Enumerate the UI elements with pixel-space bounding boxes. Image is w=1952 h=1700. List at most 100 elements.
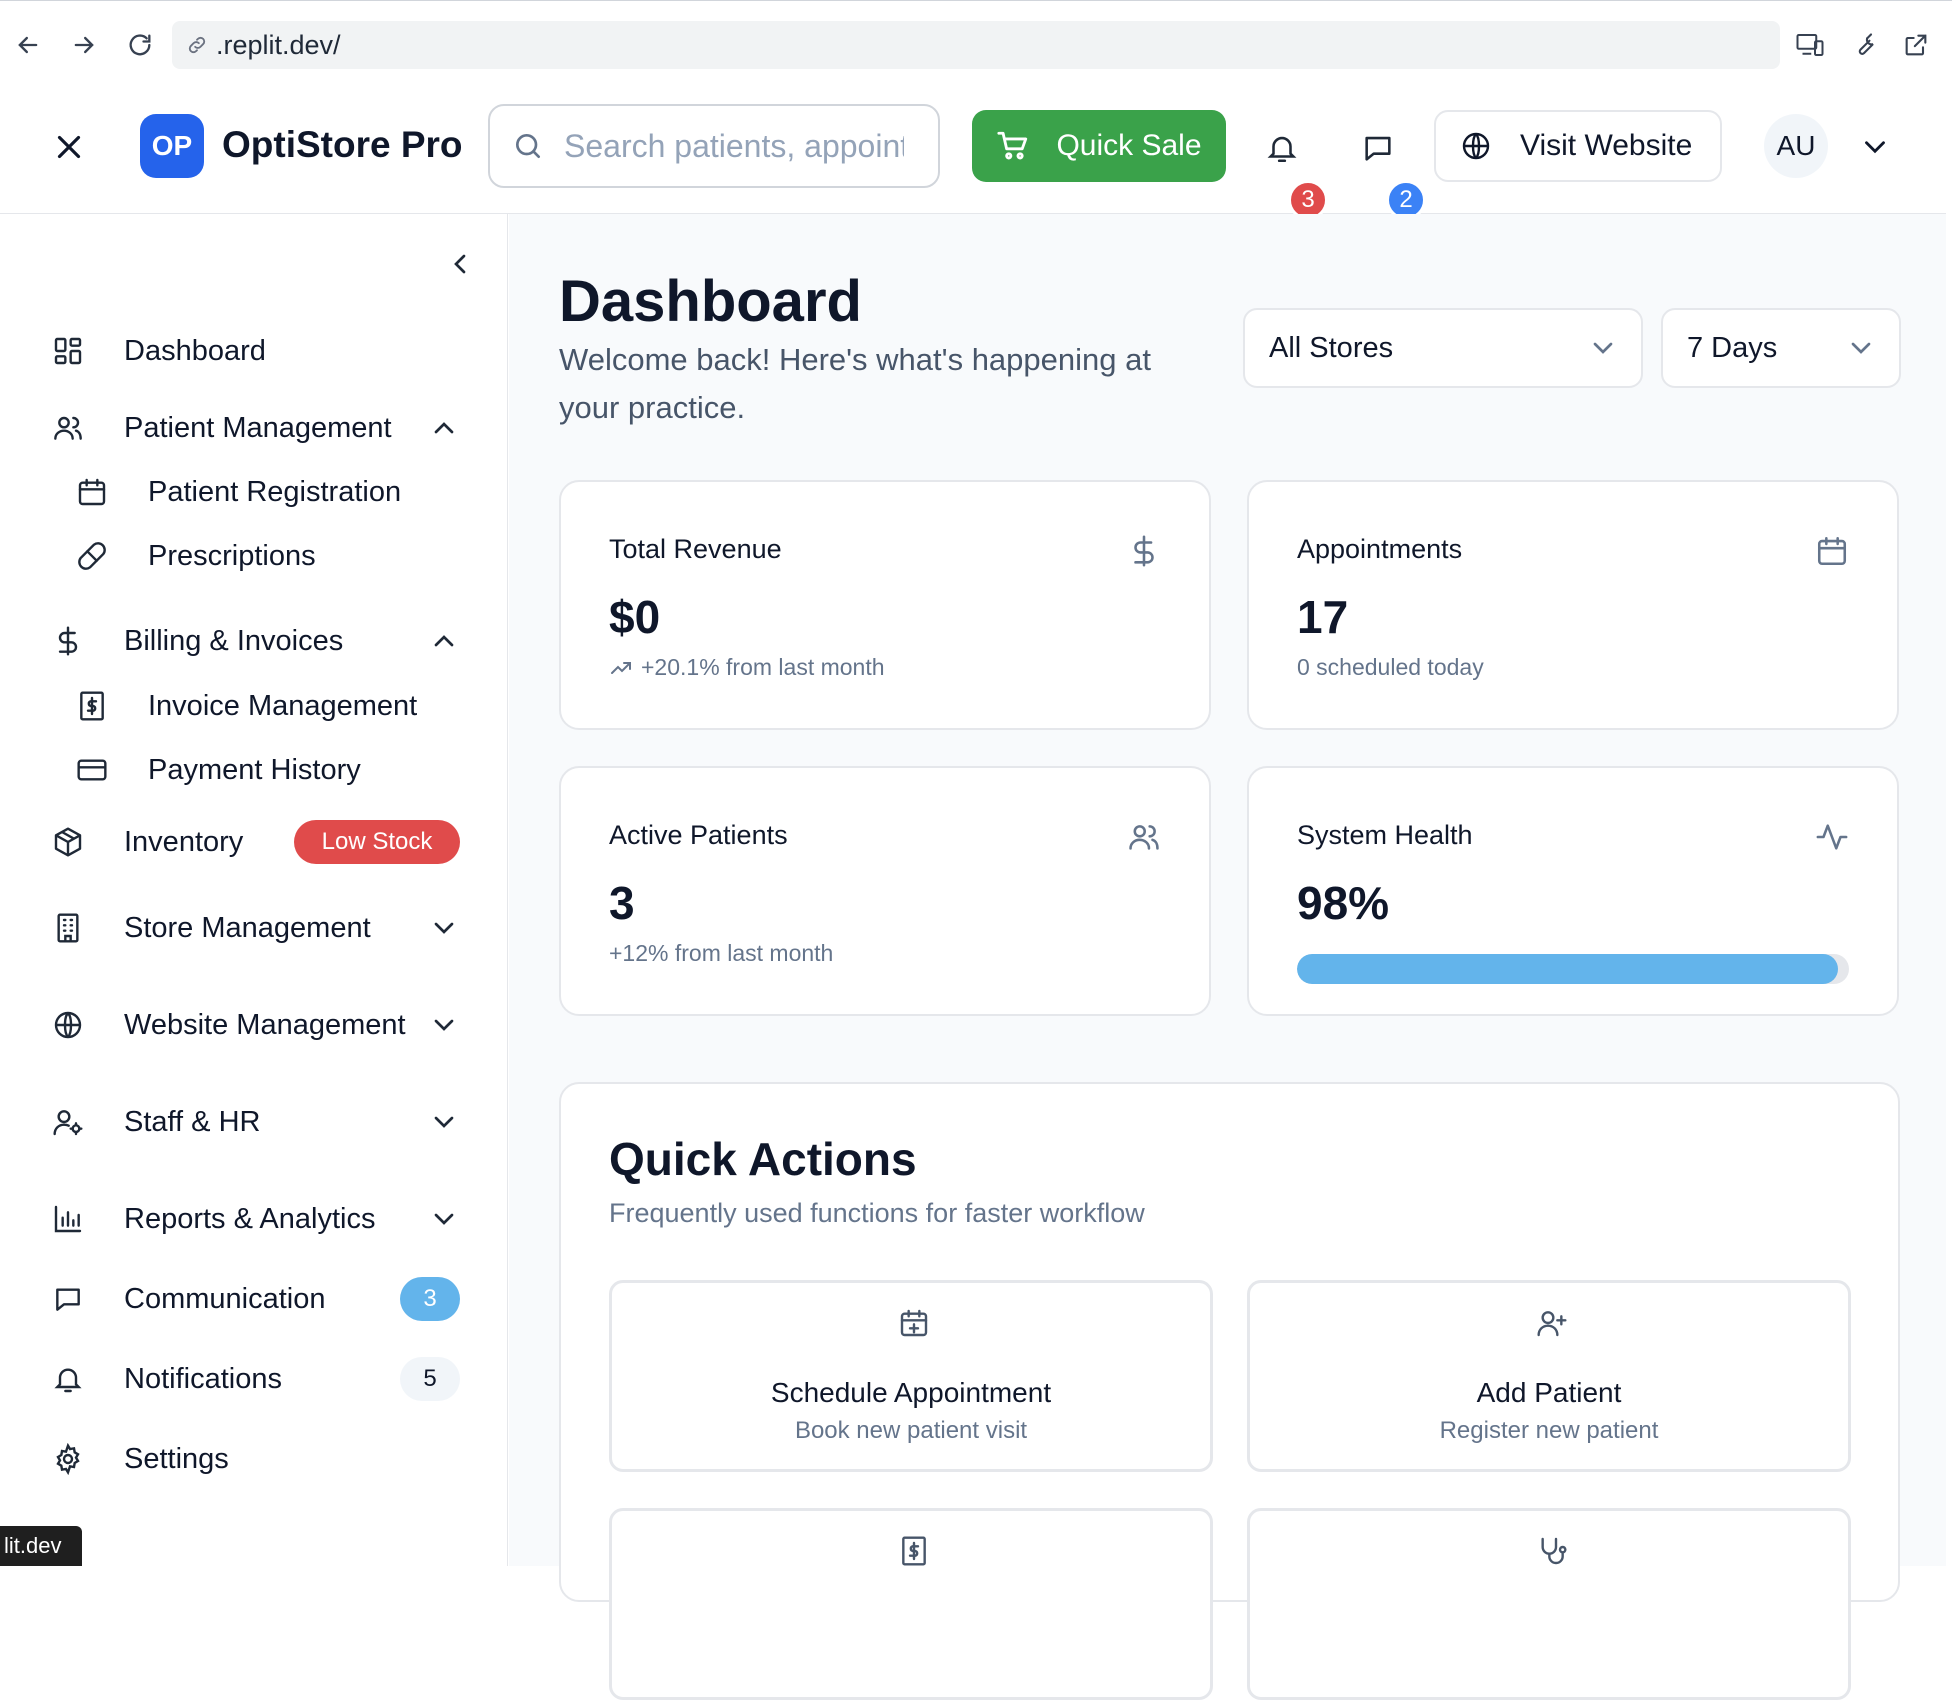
- external-link-icon[interactable]: [1898, 27, 1934, 63]
- url-bar[interactable]: .replit.dev/: [172, 21, 1780, 69]
- quick-action-desc: Register new patient: [1439, 1417, 1659, 1444]
- stat-card-system-health: System Health 98%: [1247, 766, 1899, 1016]
- chevron-up-icon[interactable]: [428, 625, 460, 657]
- eye-exam-button[interactable]: [1247, 1508, 1851, 1700]
- globe-icon: [52, 1009, 84, 1041]
- chevron-down-icon: [1845, 332, 1877, 364]
- quick-actions-title: Quick Actions: [609, 1133, 917, 1185]
- sidebar-item-label: Invoice Management: [148, 689, 418, 722]
- bar-chart-icon: [52, 1203, 84, 1235]
- back-arrow-icon[interactable]: [10, 27, 46, 63]
- quick-sale-label: Quick Sale: [1056, 129, 1202, 162]
- stat-card-active-patients: Active Patients 3 +12% from last month: [559, 766, 1211, 1016]
- period-filter-select[interactable]: 7 Days: [1661, 308, 1901, 388]
- chevron-down-icon[interactable]: [428, 912, 460, 944]
- sidebar-item-label: Dashboard: [124, 334, 266, 367]
- package-icon: [52, 826, 84, 858]
- users-icon: [1127, 820, 1161, 854]
- sidebar-item-label: Reports & Analytics: [124, 1202, 376, 1235]
- sidebar-item-label: Payment History: [148, 753, 361, 786]
- add-patient-button[interactable]: Add Patient Register new patient: [1247, 1280, 1851, 1472]
- sidebar-item-label: Patient Registration: [148, 475, 402, 508]
- sidebar-item-payment-history[interactable]: Payment History: [0, 740, 508, 800]
- forward-arrow-icon[interactable]: [66, 27, 102, 63]
- progress-fill: [1297, 954, 1838, 984]
- wrench-icon[interactable]: [1846, 27, 1882, 63]
- messages-icon[interactable]: [1356, 126, 1400, 170]
- sidebar-item-notifications[interactable]: Notifications 5: [0, 1349, 508, 1409]
- sidebar-item-patient-registration[interactable]: Patient Registration: [0, 462, 508, 522]
- search-icon: [512, 130, 544, 162]
- pill-icon: [76, 540, 108, 572]
- sidebar-item-label: Inventory: [124, 825, 244, 858]
- calendar-icon: [76, 476, 108, 508]
- stat-title: Total Revenue: [609, 534, 782, 564]
- layout-dashboard-icon: [52, 335, 84, 367]
- schedule-appointment-button[interactable]: Schedule Appointment Book new patient vi…: [609, 1280, 1213, 1472]
- calendar-plus-icon: [898, 1307, 930, 1339]
- app-header: OP OptiStore Pro Quick Sale 3 2 Visit We…: [0, 80, 1946, 220]
- create-invoice-button[interactable]: [609, 1508, 1213, 1700]
- user-menu-chevron-icon[interactable]: [1858, 130, 1892, 164]
- chevron-down-icon: [1587, 332, 1619, 364]
- main-content: Dashboard Welcome back! Here's what's ha…: [509, 214, 1946, 1700]
- sidebar-item-staff-hr[interactable]: Staff & HR: [0, 1092, 508, 1152]
- avatar[interactable]: AU: [1764, 114, 1828, 178]
- chevron-up-icon[interactable]: [428, 412, 460, 444]
- link-icon: [186, 34, 208, 56]
- sidebar-item-invoice-management[interactable]: Invoice Management: [0, 676, 508, 736]
- close-icon[interactable]: [50, 128, 88, 166]
- period-filter-value: 7 Days: [1687, 331, 1778, 364]
- sidebar-item-communication[interactable]: Communication 3: [0, 1269, 508, 1329]
- settings-icon: [52, 1443, 84, 1475]
- browser-toolbar: .replit.dev/: [0, 0, 1952, 80]
- app-logo: OP: [140, 114, 204, 178]
- stat-change: +20.1% from last month: [609, 654, 885, 681]
- devices-icon[interactable]: [1792, 27, 1828, 63]
- visit-website-button[interactable]: Visit Website: [1434, 110, 1722, 182]
- chevron-down-icon[interactable]: [428, 1009, 460, 1041]
- stat-value: 17: [1297, 591, 1349, 643]
- collapse-sidebar-icon[interactable]: [444, 248, 476, 280]
- sidebar-item-patient-management[interactable]: Patient Management: [0, 398, 508, 458]
- url-text: .replit.dev/: [216, 29, 341, 60]
- page-subtitle: Welcome back! Here's what's happening at…: [559, 342, 1151, 425]
- stat-value: 3: [609, 877, 635, 929]
- notifications-bell-icon[interactable]: [1260, 126, 1304, 170]
- message-square-icon: [52, 1283, 84, 1315]
- store-filter-select[interactable]: All Stores: [1243, 308, 1643, 388]
- sidebar-item-label: Prescriptions: [148, 539, 316, 572]
- sidebar-item-label: Notifications: [124, 1362, 282, 1395]
- sidebar-item-website-management[interactable]: Website Management: [0, 995, 508, 1055]
- chevron-down-icon[interactable]: [428, 1203, 460, 1235]
- stat-value: $0: [609, 591, 661, 643]
- sidebar: Dashboard Patient Management Patient Reg…: [0, 214, 508, 1566]
- quick-action-label: Add Patient: [1476, 1377, 1622, 1408]
- trending-up-icon: [609, 656, 633, 680]
- stat-change-text: +12% from last month: [609, 940, 834, 966]
- stat-title: System Health: [1297, 820, 1473, 850]
- stat-change-text: 0 scheduled today: [1297, 654, 1484, 680]
- quick-sale-button[interactable]: Quick Sale: [972, 110, 1226, 182]
- sidebar-item-inventory[interactable]: Inventory Low Stock: [0, 812, 508, 872]
- sidebar-item-billing-invoices[interactable]: Billing & Invoices: [0, 611, 508, 671]
- activity-icon: [1815, 820, 1849, 854]
- sidebar-item-dashboard[interactable]: Dashboard: [0, 321, 508, 381]
- search-box[interactable]: [488, 104, 940, 188]
- stat-card-total-revenue: Total Revenue $0 +20.1% from last month: [559, 480, 1211, 730]
- search-input[interactable]: [564, 127, 904, 165]
- sidebar-item-settings[interactable]: Settings: [0, 1429, 508, 1489]
- sidebar-item-reports-analytics[interactable]: Reports & Analytics: [0, 1189, 508, 1249]
- stat-title: Active Patients: [609, 820, 788, 850]
- sidebar-item-prescriptions[interactable]: Prescriptions: [0, 526, 508, 586]
- reload-icon[interactable]: [122, 27, 158, 63]
- chevron-down-icon[interactable]: [428, 1106, 460, 1138]
- page-title: Dashboard: [559, 269, 862, 334]
- visit-website-label: Visit Website: [1520, 129, 1693, 162]
- sidebar-item-store-management[interactable]: Store Management: [0, 898, 508, 958]
- communication-count-badge: 3: [400, 1277, 460, 1321]
- stat-title: Appointments: [1297, 534, 1463, 564]
- status-tooltip: lit.dev: [0, 1526, 82, 1566]
- dollar-icon: [1127, 534, 1161, 568]
- sidebar-item-label: Website Management: [124, 1008, 406, 1041]
